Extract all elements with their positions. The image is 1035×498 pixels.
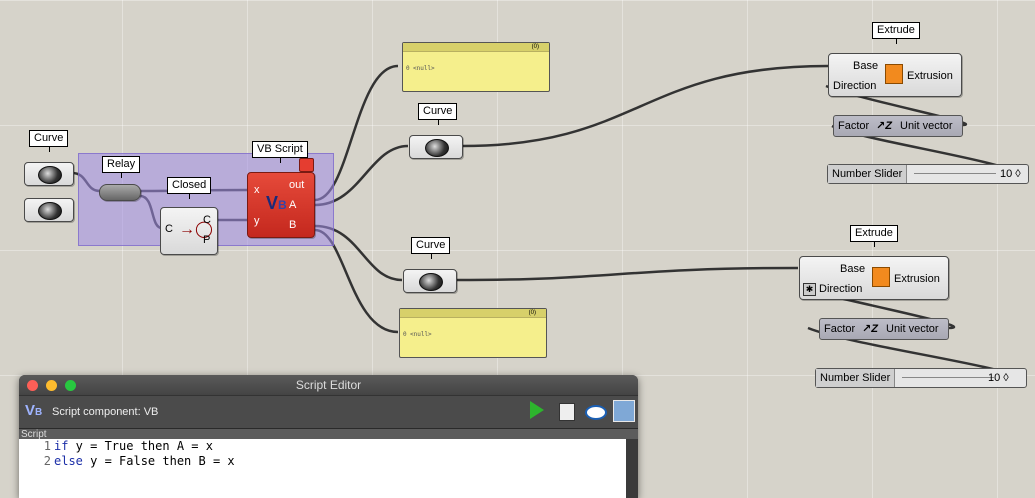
script-editor-window[interactable]: Script Editor VB Script component: VB Sc… — [19, 375, 638, 498]
slider-bottom-name: Number Slider — [816, 369, 896, 387]
extrude-component-bottom[interactable]: Base ✱ Direction Extrusion — [799, 256, 949, 300]
extrude-top-base: Base — [853, 60, 879, 72]
relay-tag: Relay — [102, 156, 141, 178]
vb-input-y: y — [254, 215, 260, 227]
run-icon[interactable] — [530, 401, 544, 419]
curve-icon — [425, 139, 449, 157]
expression-icon[interactable]: ✱ — [803, 283, 816, 296]
vertical-scrollbar[interactable] — [626, 439, 638, 498]
panel-bottom-index: 0 — [403, 331, 407, 338]
slider-bottom-value: 10 ◊ — [988, 372, 1009, 384]
extrude-tag-top: Extrude — [872, 22, 920, 44]
code-line: 2 else y = False then B = x — [43, 454, 235, 468]
vb-output-a: A — [289, 199, 297, 211]
editor-title: Script Editor — [295, 378, 362, 392]
panel-bottom-text: <null> — [410, 331, 432, 338]
vb-warning-icon[interactable] — [299, 158, 314, 172]
number-slider-top[interactable]: Number Slider 10 ◊ — [827, 164, 1029, 184]
curve-icon — [419, 273, 443, 291]
curve-param-mid-top[interactable] — [409, 135, 463, 159]
curve-tag-mid-bottom: Curve — [411, 237, 451, 259]
preview-icon[interactable] — [585, 405, 607, 420]
number-slider-bottom[interactable]: Number Slider 10 ◊ — [815, 368, 1027, 388]
curve-icon — [38, 166, 62, 184]
closed-output-c: C — [203, 214, 211, 226]
unit-vector-bottom[interactable]: Factor ↗Z Unit vector — [819, 318, 949, 340]
extrude-top-output: Extrusion — [907, 70, 953, 82]
vb-output-out: out — [289, 179, 305, 191]
vb-icon: VB — [25, 402, 43, 419]
extrude-tag-bottom: Extrude — [850, 225, 898, 247]
output-panel-bottom[interactable]: (0) 0 <null> — [399, 308, 547, 358]
unit-vector-bottom-input: Factor — [824, 323, 856, 335]
closed-output-p: P — [203, 234, 211, 246]
vb-script-component[interactable]: x y VB out A B — [247, 172, 315, 238]
unit-vector-top-input: Factor — [838, 120, 870, 132]
unit-vector-icon: ↗Z — [862, 323, 878, 335]
extrude-bottom-direction: Direction — [819, 283, 863, 295]
output-panel-top[interactable]: (0) 0 <null> — [402, 42, 550, 92]
editor-titlebar[interactable]: Script Editor — [19, 375, 638, 395]
slider-top-track[interactable] — [914, 173, 996, 174]
extrude-bottom-base: Base — [840, 263, 866, 275]
panel-top-text: <null> — [413, 65, 435, 72]
curve-param-2[interactable] — [24, 198, 74, 222]
closed-tag: Closed — [167, 177, 212, 199]
vb-input-x: x — [254, 184, 260, 196]
component-name: Script component: VB — [52, 406, 159, 418]
code-editor[interactable]: 1 if y = True then A = x 2 else y = False … — [19, 439, 626, 498]
closed-input-c: C — [165, 223, 173, 235]
closed-component[interactable]: C →◯ C P — [160, 207, 218, 255]
extrude-component-top[interactable]: Base Direction Extrusion — [828, 53, 962, 97]
unit-vector-bottom-name: Unit vector — [886, 323, 939, 335]
panel-top-index: 0 — [406, 65, 410, 72]
panel-bottom-count: (0) — [400, 309, 546, 318]
code-line: 1 if y = True then A = x — [43, 439, 213, 453]
extrude-bottom-output: Extrusion — [894, 273, 940, 285]
vb-icon: VB — [266, 193, 287, 213]
editor-toolbar: VB Script component: VB — [19, 395, 638, 429]
extrude-icon — [885, 64, 903, 84]
extrude-icon — [872, 267, 890, 287]
unit-vector-icon: ↗Z — [876, 120, 892, 132]
extrude-top-direction: Direction — [833, 80, 877, 92]
curve-param-1[interactable] — [24, 162, 74, 186]
apply-icon[interactable] — [559, 403, 575, 421]
vb-script-tag: VB Script — [252, 141, 308, 163]
curve-icon — [38, 202, 62, 220]
curve-tag-mid-top: Curve — [418, 103, 458, 125]
unit-vector-top-name: Unit vector — [900, 120, 953, 132]
unit-vector-top[interactable]: Factor ↗Z Unit vector — [833, 115, 963, 137]
fullscreen-icon[interactable] — [613, 400, 635, 422]
curve-tag-left: Curve — [29, 130, 69, 152]
slider-bottom-track[interactable] — [902, 377, 994, 378]
relay-node[interactable] — [99, 184, 141, 201]
panel-top-count: (0) — [403, 43, 549, 52]
vb-output-b: B — [289, 219, 297, 231]
curve-param-mid-bottom[interactable] — [403, 269, 457, 293]
slider-top-name: Number Slider — [828, 165, 908, 183]
slider-top-value: 10 ◊ — [1000, 168, 1021, 180]
